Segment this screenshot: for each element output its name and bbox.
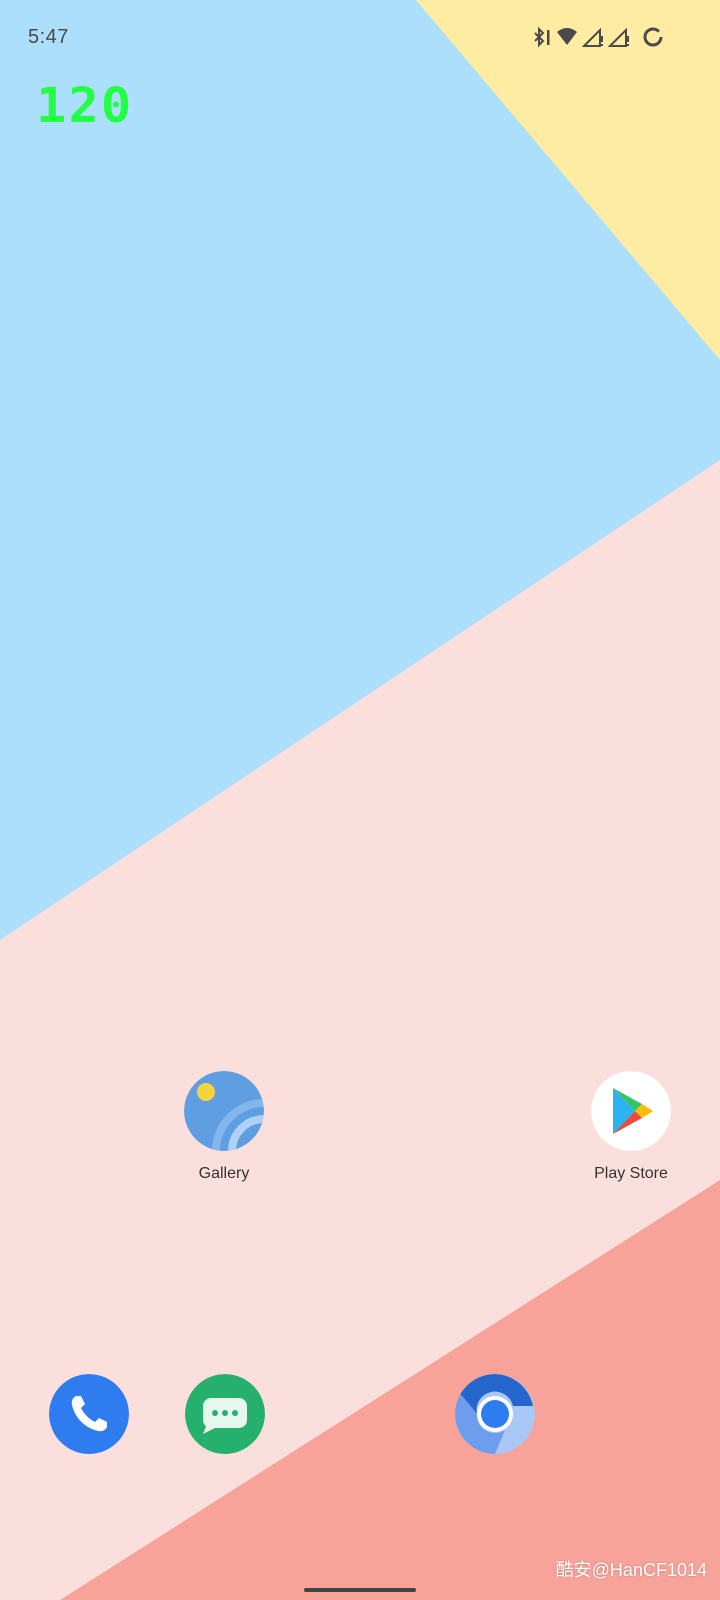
play-store-icon xyxy=(591,1071,671,1151)
gesture-nav-handle[interactable] xyxy=(304,1588,416,1592)
play-store-label: Play Store xyxy=(594,1165,668,1182)
browser-app[interactable] xyxy=(455,1374,535,1454)
status-time: 5:47 xyxy=(28,26,69,48)
gallery-icon xyxy=(184,1071,264,1151)
fps-counter: 120 xyxy=(36,78,134,134)
status-bar: 5:47 xyxy=(0,0,720,76)
browser-icon xyxy=(455,1374,535,1454)
phone-icon xyxy=(49,1374,129,1454)
watermark-text: 酷安@HanCF1014 xyxy=(555,1560,707,1580)
gallery-app[interactable]: Gallery xyxy=(164,1071,284,1183)
phone-app[interactable] xyxy=(49,1374,129,1454)
messages-icon xyxy=(185,1374,265,1454)
messages-app[interactable] xyxy=(185,1374,265,1454)
signal-sim2-icon xyxy=(608,26,630,48)
status-icons xyxy=(530,26,664,48)
bluetooth-icon xyxy=(530,26,552,48)
wifi-icon xyxy=(556,26,578,48)
battery-ring-icon xyxy=(642,26,664,48)
signal-sim1-icon xyxy=(582,26,604,48)
play-store-app[interactable]: Play Store xyxy=(571,1071,691,1183)
gallery-label: Gallery xyxy=(198,1165,250,1182)
wallpaper xyxy=(0,0,720,1600)
